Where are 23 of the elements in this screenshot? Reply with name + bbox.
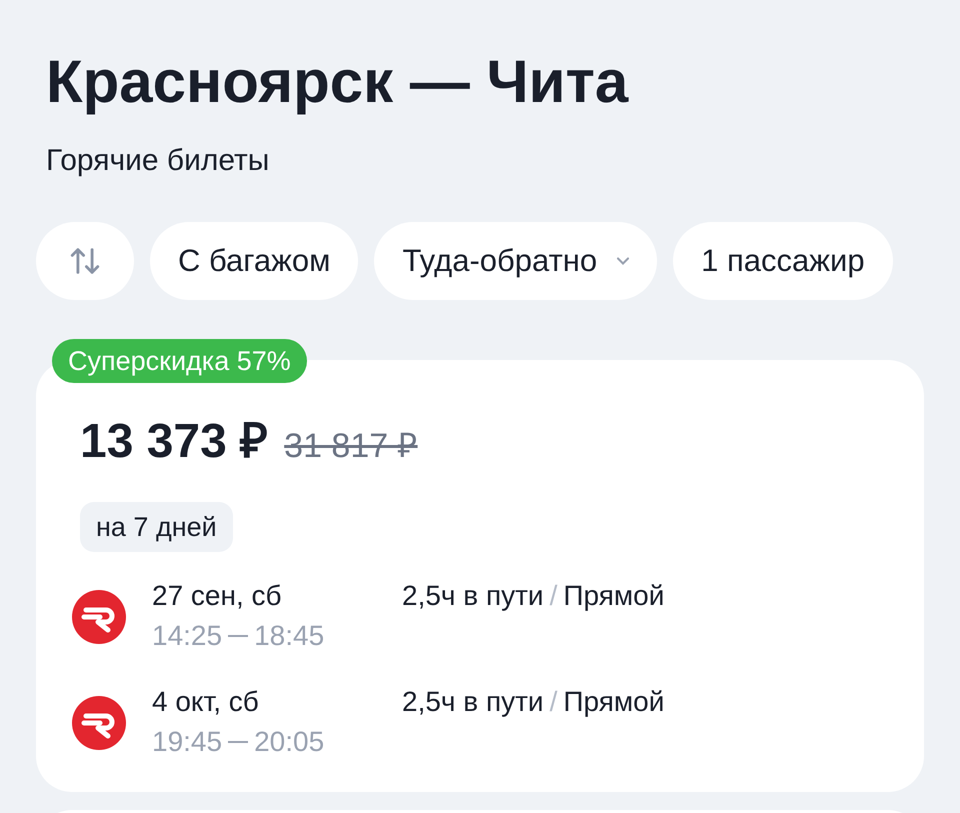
flight-duration: 2,5ч в пути [402,685,544,719]
flight-date: 4 окт, сб [152,685,260,719]
old-price: 31 817 ₽ [284,426,418,467]
discount-badge: Суперскидка 57% [52,339,307,383]
flight-type: Прямой [563,579,664,613]
separator: / [550,685,558,719]
subtitle: Горячие билеты [46,146,270,176]
arrival-time: 20:05 [254,725,324,759]
trip-type-dropdown[interactable]: Туда-обратно [374,222,658,300]
airline-logo-icon [72,590,126,644]
flight-type: Прямой [563,685,664,719]
airline-logo-icon [72,696,126,750]
filter-chip[interactable]: 1 пассажир [673,222,893,300]
stay-duration-tag: на 7 дней [80,502,233,552]
price: 13 373 ₽ [80,414,268,470]
departure-time: 19:45 [152,725,222,759]
departure-time: 14:25 [152,619,222,653]
arrival-time: 18:45 [254,619,324,653]
route-title: Красноярск — Чита [46,52,630,112]
separator: / [550,579,558,613]
filter-chip[interactable]: С багажом [150,222,358,300]
flight-duration: 2,5ч в пути [402,579,544,613]
flight-date: 27 сен, сб [152,579,283,613]
